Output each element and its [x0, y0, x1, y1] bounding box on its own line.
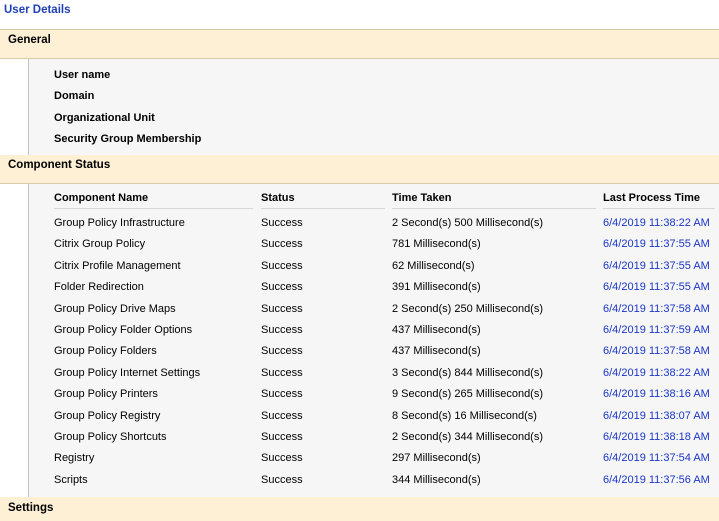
- table-row[interactable]: Group Policy Printers Success 9 Second(s) …: [0, 388, 719, 409]
- status-cell: Success: [261, 238, 303, 251]
- time-taken-cell: 437 Millisecond(s): [392, 324, 481, 336]
- section-header-general[interactable]: General: [0, 30, 719, 59]
- component-name-cell: Group Policy Folder Options: [54, 324, 193, 336]
- component-name-cell: Group Policy Internet Settings: [54, 366, 201, 379]
- last-process-time-cell: 6/4/2019 11:37:55 AM: [603, 259, 710, 272]
- table-row[interactable]: Folder Redirection Success 391 Millisecond…: [0, 281, 719, 302]
- page-title: User Details: [4, 4, 71, 16]
- component-name-cell: Group Policy Infrastructure: [54, 217, 185, 229]
- status-cell: Success: [261, 259, 303, 272]
- component-name-cell: Group Policy Folders: [54, 345, 157, 358]
- field-label-security-group-membership: Security Group Membership: [54, 133, 202, 145]
- general-section-body: User name Domain Organizational Unit Sec…: [0, 59, 719, 155]
- last-process-time-cell: 6/4/2019 11:37:58 AM: [603, 302, 710, 315]
- time-taken-cell: 391 Millisecond(s): [392, 281, 481, 294]
- status-cell: Success: [261, 473, 303, 486]
- section-title-component-status: Component Status: [8, 159, 111, 171]
- table-row[interactable]: Group Policy Infrastructure Success 2 Seco…: [0, 217, 719, 238]
- status-cell: Success: [261, 281, 303, 294]
- component-name-cell: Citrix Profile Management: [54, 259, 181, 272]
- status-cell: Success: [261, 452, 303, 465]
- time-taken-cell: 62 Millisecond(s): [392, 259, 475, 272]
- table-row[interactable]: Registry Success 297 Millisecond(s) 6/4/201…: [0, 452, 719, 473]
- component-name-cell: Group Policy Shortcuts: [54, 431, 167, 443]
- last-process-time-cell: 6/4/2019 11:37:54 AM: [603, 452, 710, 465]
- status-cell: Success: [261, 345, 303, 358]
- field-label-user-name: User name: [54, 69, 111, 81]
- column-header-last-process-time[interactable]: Last Process Time: [603, 192, 715, 209]
- table-row[interactable]: Group Policy Folders Success 437 Milliseco…: [0, 345, 719, 366]
- component-name-cell: Registry: [54, 452, 95, 465]
- last-process-time-cell: 6/4/2019 11:38:18 AM: [603, 431, 710, 443]
- last-process-time-cell: 6/4/2019 11:37:58 AM: [603, 345, 710, 358]
- time-taken-cell: 437 Millisecond(s): [392, 345, 481, 358]
- time-taken-cell: 781 Millisecond(s): [392, 238, 481, 251]
- time-taken-cell: 2 Second(s) 250 Millisecond(s): [392, 302, 544, 315]
- table-row[interactable]: Group Policy Shortcuts Success 2 Second(s)…: [0, 431, 719, 452]
- last-process-time-cell: 6/4/2019 11:37:56 AM: [603, 473, 710, 486]
- field-label-domain: Domain: [54, 90, 95, 102]
- component-name-cell: Citrix Group Policy: [54, 238, 146, 251]
- status-cell: Success: [261, 388, 303, 401]
- component-status-section-body: Component Name Status Time Taken Last Pr…: [0, 184, 719, 497]
- component-name-cell: Scripts: [54, 473, 88, 486]
- status-cell: Success: [261, 431, 303, 443]
- component-name-cell: Group Policy Printers: [54, 388, 158, 401]
- last-process-time-cell: 6/4/2019 11:37:55 AM: [603, 238, 710, 251]
- table-row[interactable]: Group Policy Registry Success 8 Second(s) …: [0, 410, 719, 431]
- status-cell: Success: [261, 366, 303, 379]
- section-title-settings: Settings: [8, 502, 54, 514]
- table-row[interactable]: Scripts Success 344 Millisecond(s) 6/4/2019…: [0, 474, 719, 495]
- table-row[interactable]: Group Policy Drive Maps Success 2 Second(s…: [0, 303, 719, 324]
- last-process-time-cell: 6/4/2019 11:38:22 AM: [603, 366, 710, 379]
- last-process-time-cell: 6/4/2019 11:38:07 AM: [603, 409, 710, 422]
- section-header-settings[interactable]: Settings: [0, 497, 719, 521]
- field-label-organizational-unit: Organizational Unit: [54, 112, 155, 124]
- component-name-cell: Group Policy Drive Maps: [54, 302, 176, 315]
- column-header-time-taken[interactable]: Time Taken: [392, 192, 596, 209]
- time-taken-cell: 344 Millisecond(s): [392, 473, 481, 486]
- time-taken-cell: 9 Second(s) 265 Millisecond(s): [392, 388, 544, 401]
- column-header-status[interactable]: Status: [261, 192, 385, 209]
- status-cell: Success: [261, 217, 303, 229]
- time-taken-cell: 297 Millisecond(s): [392, 452, 481, 465]
- column-header-component-name[interactable]: Component Name: [54, 192, 253, 209]
- page-header: User Details: [0, 0, 719, 30]
- time-taken-cell: 2 Second(s) 500 Millisecond(s): [392, 217, 544, 229]
- last-process-time-cell: 6/4/2019 11:38:16 AM: [603, 388, 710, 401]
- last-process-time-cell: 6/4/2019 11:37:59 AM: [603, 324, 710, 336]
- time-taken-cell: 8 Second(s) 16 Millisecond(s): [392, 409, 537, 422]
- table-row[interactable]: Group Policy Internet Settings Success 3 S…: [0, 367, 719, 388]
- status-cell: Success: [261, 324, 303, 336]
- component-name-cell: Folder Redirection: [54, 281, 144, 294]
- section-header-component-status[interactable]: Component Status: [0, 155, 719, 184]
- component-name-cell: Group Policy Registry: [54, 409, 161, 422]
- table-row[interactable]: Citrix Profile Management Success 62 Milli…: [0, 260, 719, 281]
- indent-rail: [0, 59, 29, 155]
- status-cell: Success: [261, 409, 303, 422]
- section-title-general: General: [8, 34, 51, 46]
- last-process-time-cell: 6/4/2019 11:37:55 AM: [603, 281, 710, 294]
- table-row[interactable]: Group Policy Folder Options Success 437 Mi…: [0, 324, 719, 345]
- table-row[interactable]: Citrix Group Policy Success 781 Millisecon…: [0, 238, 719, 259]
- time-taken-cell: 2 Second(s) 344 Millisecond(s): [392, 431, 544, 443]
- time-taken-cell: 3 Second(s) 844 Millisecond(s): [392, 366, 544, 379]
- status-cell: Success: [261, 302, 303, 315]
- last-process-time-cell: 6/4/2019 11:38:22 AM: [603, 217, 710, 229]
